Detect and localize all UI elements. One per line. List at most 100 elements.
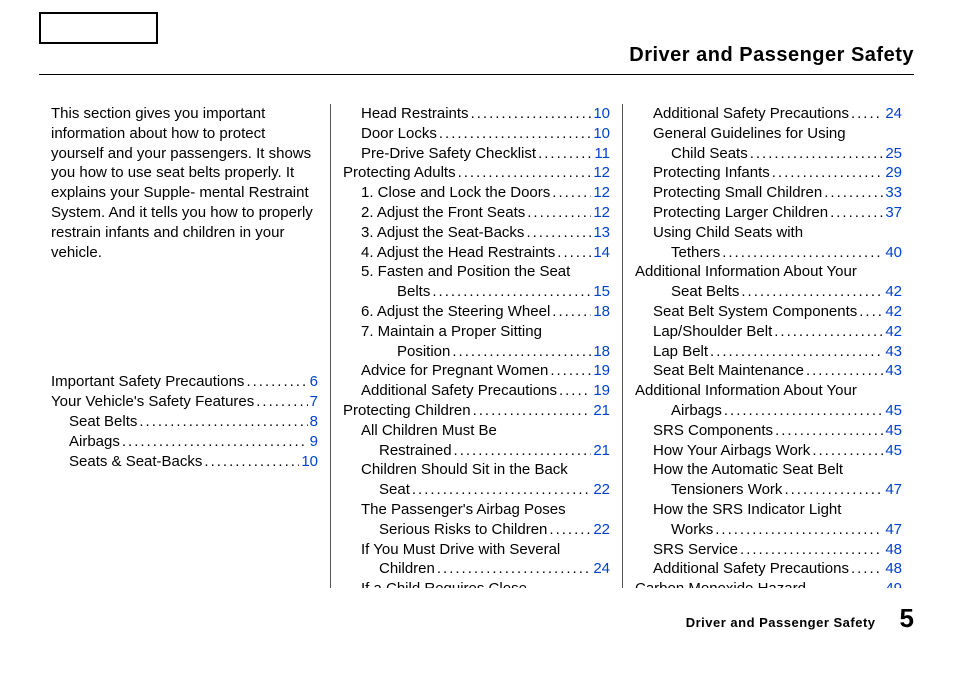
toc-columns: This section gives you important informa… — [39, 104, 914, 588]
toc-page-link[interactable]: 19 — [593, 381, 610, 401]
toc-page-link[interactable]: 6 — [310, 372, 318, 392]
toc-page-link[interactable]: 21 — [593, 441, 610, 461]
toc-dots — [412, 480, 591, 500]
toc-entry: Additional Safety Precautions24 — [635, 104, 902, 124]
toc-entry: Seat Belts 42 — [635, 282, 902, 302]
toc-page-link[interactable]: 10 — [301, 452, 318, 472]
toc-dots — [538, 144, 592, 164]
toc-page-link[interactable]: 14 — [593, 243, 610, 263]
toc-page-link[interactable]: 8 — [310, 412, 318, 432]
toc-label: Seat Belts — [69, 412, 137, 432]
toc-page-link[interactable]: 45 — [885, 421, 902, 441]
toc-label: 5. Fasten and Position the Seat — [361, 262, 570, 282]
toc-label: Seat Belt Maintenance — [653, 361, 804, 381]
toc-page-link[interactable]: 33 — [885, 183, 902, 203]
toc-dots — [439, 124, 591, 144]
toc-dots — [557, 243, 591, 263]
toc-page-link[interactable]: 48 — [885, 559, 902, 579]
toc-page-link[interactable]: 25 — [885, 144, 902, 164]
toc-page-link[interactable]: 47 — [885, 480, 902, 500]
toc-entry: 7. Maintain a Proper Sitting — [343, 322, 610, 342]
toc-page-link[interactable]: 13 — [593, 223, 610, 243]
toc-entry: Additional Safety Precautions48 — [635, 559, 902, 579]
toc-page-link[interactable]: 9 — [310, 432, 318, 452]
toc-label: SRS Components — [653, 421, 773, 441]
toc-page-link[interactable]: 10 — [593, 124, 610, 144]
toc-page-link[interactable]: 45 — [885, 401, 902, 421]
toc-label: Seat Belt System Components — [653, 302, 857, 322]
toc-entry: Seats & Seat-Backs 10 — [51, 452, 318, 472]
toc-label: If You Must Drive with Several — [361, 540, 560, 560]
toc-page-link[interactable]: 18 — [593, 302, 610, 322]
toc-page-link[interactable]: 19 — [593, 361, 610, 381]
toc-page-link[interactable]: 24 — [593, 559, 610, 579]
footer-page-number: 5 — [900, 603, 914, 634]
toc-page-link[interactable]: 21 — [593, 401, 610, 421]
toc-entry: Children 24 — [343, 559, 610, 579]
toc-entry: Airbags45 — [635, 401, 902, 421]
column-2: Head Restraints10Door Locks10Pre-Drive S… — [330, 104, 622, 588]
toc-label: 2. Adjust the Front Seats — [361, 203, 525, 223]
toc-label: Tensioners Work — [671, 480, 782, 500]
toc-label: SRS Service — [653, 540, 738, 560]
toc-label: The Passenger's Airbag Poses — [361, 500, 566, 520]
toc-label: Seats & Seat-Backs — [69, 452, 202, 472]
toc-label: All Children Must Be — [361, 421, 497, 441]
toc-dots — [774, 322, 883, 342]
toc-dots — [722, 243, 883, 263]
toc-page-link[interactable]: 22 — [593, 480, 610, 500]
toc-page-link[interactable]: 40 — [885, 243, 902, 263]
toc-dots — [527, 203, 591, 223]
toc-label: How Your Airbags Work — [653, 441, 810, 461]
toc-dots — [808, 579, 883, 588]
toc-page-link[interactable]: 12 — [593, 163, 610, 183]
toc-entry: Advice for Pregnant Women19 — [343, 361, 610, 381]
toc-page-link[interactable]: 10 — [593, 104, 610, 124]
toc-page-link[interactable]: 29 — [885, 163, 902, 183]
toc-label: Children — [379, 559, 435, 579]
toc-entry: Additional Information About Your — [635, 381, 902, 401]
toc-page-link[interactable]: 37 — [885, 203, 902, 223]
toc-label: Pre-Drive Safety Checklist — [361, 144, 536, 164]
toc-page-link[interactable]: 11 — [594, 144, 610, 164]
toc-dots — [741, 282, 883, 302]
toc-dots — [772, 163, 884, 183]
toc-label: Door Locks — [361, 124, 437, 144]
toc-page-link[interactable]: 12 — [593, 203, 610, 223]
toc-page-link[interactable]: 24 — [885, 104, 902, 124]
toc-page-link[interactable]: 7 — [310, 392, 318, 412]
toc-dots — [256, 392, 307, 412]
toc-page-link[interactable]: 22 — [593, 520, 610, 540]
toc-label: Position — [397, 342, 450, 362]
toc-entry: Carbon Monoxide Hazard 49 — [635, 579, 902, 588]
toc-label: Seat Belts — [671, 282, 739, 302]
toc-page-link[interactable]: 18 — [593, 342, 610, 362]
toc-entry: 2. Adjust the Front Seats 12 — [343, 203, 610, 223]
toc-label: Additional Information About Your — [635, 381, 857, 401]
toc-page-link[interactable]: 49 — [885, 579, 902, 588]
toc-page-link[interactable]: 42 — [885, 302, 902, 322]
toc-label: Carbon Monoxide Hazard — [635, 579, 806, 588]
toc-dots — [549, 520, 591, 540]
toc-label: Additional Information About Your — [635, 262, 857, 282]
toc-dots — [246, 372, 307, 392]
toc-dots — [851, 559, 883, 579]
toc-page-link[interactable]: 42 — [885, 322, 902, 342]
toc-dots — [740, 540, 883, 560]
toc-entry: Position 18 — [343, 342, 610, 362]
toc-page-link[interactable]: 15 — [593, 282, 610, 302]
toc-label: Airbags — [69, 432, 120, 452]
toc-page-link[interactable]: 12 — [593, 183, 610, 203]
toc-page-link[interactable]: 48 — [885, 540, 902, 560]
toc-entry: Seat Belt Maintenance 43 — [635, 361, 902, 381]
toc-label: Protecting Infants — [653, 163, 770, 183]
toc-page-link[interactable]: 45 — [885, 441, 902, 461]
toc-entry: Lap Belt43 — [635, 342, 902, 362]
toc-page-link[interactable]: 43 — [885, 361, 902, 381]
toc-label: 1. Close and Lock the Doors — [361, 183, 550, 203]
toc-page-link[interactable]: 42 — [885, 282, 902, 302]
toc-entry: Children Should Sit in the Back — [343, 460, 610, 480]
toc-entry: How Your Airbags Work 45 — [635, 441, 902, 461]
toc-page-link[interactable]: 43 — [885, 342, 902, 362]
toc-page-link[interactable]: 47 — [885, 520, 902, 540]
